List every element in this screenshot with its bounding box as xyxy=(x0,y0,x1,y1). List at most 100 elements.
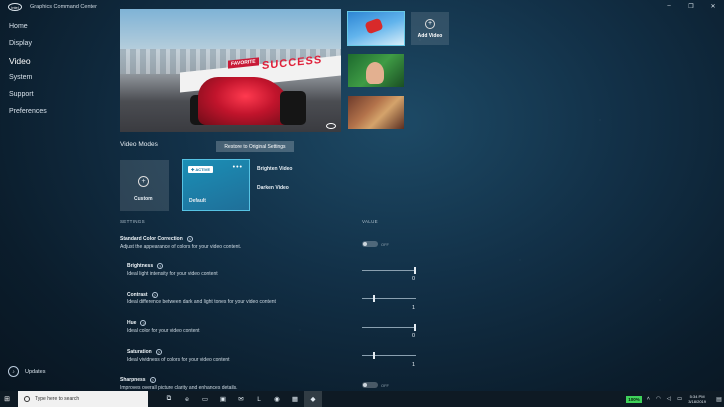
sidebar: Home Display Video System Support Prefer… xyxy=(0,18,100,120)
sidebar-item-preferences[interactable]: Preferences xyxy=(0,103,100,120)
video-modes-title: Video Modes xyxy=(120,141,158,148)
setting-title-text: Standard Color Correction xyxy=(120,236,183,242)
battery-indicator[interactable]: 100% xyxy=(626,395,642,403)
saturation-desc: Ideal vividness of colors for your video… xyxy=(127,357,230,363)
sidebar-item-display[interactable]: Display xyxy=(0,35,100,52)
updates-link[interactable]: ♪ Updates xyxy=(8,366,46,377)
hue-title: Hue ? xyxy=(127,320,147,326)
up-arrow-icon[interactable]: ˄ xyxy=(647,396,650,402)
brightness-title: Brightness ? xyxy=(127,263,164,269)
slider-thumb[interactable] xyxy=(414,267,416,274)
hue-value: 0 xyxy=(412,333,416,339)
file-explorer-icon[interactable]: ▭ xyxy=(196,391,214,407)
minimize-button[interactable]: – xyxy=(658,0,680,12)
setting-title-text: Saturation xyxy=(127,349,152,355)
add-video-button[interactable]: + Add Video xyxy=(411,12,449,45)
close-button[interactable]: ✕ xyxy=(702,0,724,12)
clock[interactable]: 5:34 PM 3/18/2019 xyxy=(688,394,706,404)
mode-darken-video[interactable]: Darken Video xyxy=(257,185,289,191)
video-thumbnail-people[interactable] xyxy=(348,54,404,87)
taskbar: ⊞ Type here to search ⧉ e ▭ ▣ ✉ L ◉ ▦ ◆ … xyxy=(0,391,724,407)
store-icon[interactable]: ▣ xyxy=(214,391,232,407)
volume-icon[interactable]: ◁ xyxy=(667,396,671,402)
help-icon[interactable]: ? xyxy=(151,292,158,298)
saturation-title: Saturation ? xyxy=(127,349,162,355)
cortana-icon xyxy=(24,396,30,402)
maximize-button[interactable]: ❐ xyxy=(680,0,702,12)
saturation-value: 1 xyxy=(412,362,416,368)
sidebar-item-system[interactable]: System xyxy=(0,69,100,86)
help-icon[interactable]: ? xyxy=(140,320,147,326)
video-preview[interactable]: SUCCESS FAVORITE xyxy=(120,9,341,132)
restore-settings-button[interactable]: Restore to Original Settings xyxy=(216,141,294,152)
standard-color-correction-toggle[interactable] xyxy=(362,241,378,247)
sidebar-item-video[interactable]: Video xyxy=(0,52,100,69)
setting-title-text: Sharpness xyxy=(120,377,146,383)
standard-color-correction-title: Standard Color Correction ? xyxy=(120,236,193,242)
chrome-icon[interactable]: ◉ xyxy=(268,391,286,407)
contrast-slider[interactable] xyxy=(362,295,416,302)
system-tray: 100% ˄ ◠ ◁ ▭ 5:34 PM 3/18/2019 ▤ xyxy=(626,391,724,407)
more-options-icon[interactable]: ••• xyxy=(233,164,243,171)
mode-brighten-video[interactable]: Brighten Video xyxy=(257,166,292,172)
slider-thumb[interactable] xyxy=(373,295,375,302)
brightness-slider[interactable] xyxy=(362,267,416,274)
notifications-icon[interactable]: ▤ xyxy=(714,391,724,407)
slider-thumb[interactable] xyxy=(373,352,375,359)
video-thumbnail-surfer[interactable] xyxy=(347,11,405,46)
help-icon[interactable]: ? xyxy=(149,377,156,383)
window-controls: – ❐ ✕ xyxy=(658,0,724,12)
slider-thumb[interactable] xyxy=(414,324,416,331)
intel-graphics-taskbar-icon[interactable]: ◆ xyxy=(304,391,322,407)
setting-title-text: Hue xyxy=(127,320,137,326)
contrast-title: Contrast ? xyxy=(127,292,158,298)
race-car-graphic xyxy=(198,77,293,125)
plus-icon: + xyxy=(138,176,149,187)
add-video-label: Add Video xyxy=(417,32,443,39)
windows-start-icon[interactable]: ⊞ xyxy=(0,391,14,407)
toggle-state-label: OFF xyxy=(381,383,389,388)
help-icon[interactable]: ? xyxy=(155,349,162,355)
value-header: VALUE xyxy=(362,219,378,224)
bell-icon: ♪ xyxy=(8,366,19,377)
hue-slider[interactable] xyxy=(362,324,416,331)
sharpness-title: Sharpness ? xyxy=(120,377,156,383)
sidebar-item-support[interactable]: Support xyxy=(0,86,100,103)
sharpness-toggle[interactable] xyxy=(362,382,378,388)
help-icon[interactable]: ? xyxy=(186,236,193,242)
search-placeholder: Type here to search xyxy=(35,396,80,402)
taskbar-search-input[interactable]: Type here to search xyxy=(18,391,148,407)
plus-icon: + xyxy=(425,18,435,29)
app-l-icon[interactable]: L xyxy=(250,391,268,407)
edge-icon[interactable]: e xyxy=(178,391,196,407)
app-title: Graphics Command Center xyxy=(30,4,97,10)
mail-icon[interactable]: ✉ xyxy=(232,391,250,407)
taskbar-apps: ⧉ e ▭ ▣ ✉ L ◉ ▦ ◆ xyxy=(160,391,322,407)
clock-date: 3/18/2019 xyxy=(688,399,706,404)
saturation-slider[interactable] xyxy=(362,352,416,359)
wifi-icon[interactable]: ◠ xyxy=(656,396,661,402)
eye-icon[interactable] xyxy=(326,123,336,129)
contrast-value: 1 xyxy=(412,305,416,311)
contrast-desc: Ideal difference between dark and light … xyxy=(127,299,276,305)
settings-header: SETTINGS xyxy=(120,219,145,224)
setting-title-text: Brightness xyxy=(127,263,154,269)
standard-color-correction-desc: Adjust the appearance of colors for your… xyxy=(120,244,242,250)
mode-default-card[interactable]: ✚ ACTIVE ••• Default xyxy=(182,159,250,211)
mode-custom-card[interactable]: + Custom xyxy=(120,160,169,211)
mode-default-label: Default xyxy=(189,198,206,204)
keyboard-icon[interactable]: ▭ xyxy=(677,396,682,402)
hue-desc: Ideal color for your video content xyxy=(127,328,200,334)
sidebar-item-home[interactable]: Home xyxy=(0,18,100,35)
task-view-icon[interactable]: ⧉ xyxy=(160,391,178,407)
brightness-value: 0 xyxy=(412,276,416,282)
photos-icon[interactable]: ▦ xyxy=(286,391,304,407)
brightness-desc: Ideal light intensity for your video con… xyxy=(127,271,218,277)
updates-label: Updates xyxy=(25,368,46,375)
setting-title-text: Contrast xyxy=(127,292,148,298)
active-badge: ✚ ACTIVE xyxy=(188,166,213,173)
video-thumbnail-food[interactable] xyxy=(348,96,404,129)
toggle-state-label: OFF xyxy=(381,242,389,247)
help-icon[interactable]: ? xyxy=(157,263,164,269)
mode-custom-label: Custom xyxy=(134,196,153,202)
